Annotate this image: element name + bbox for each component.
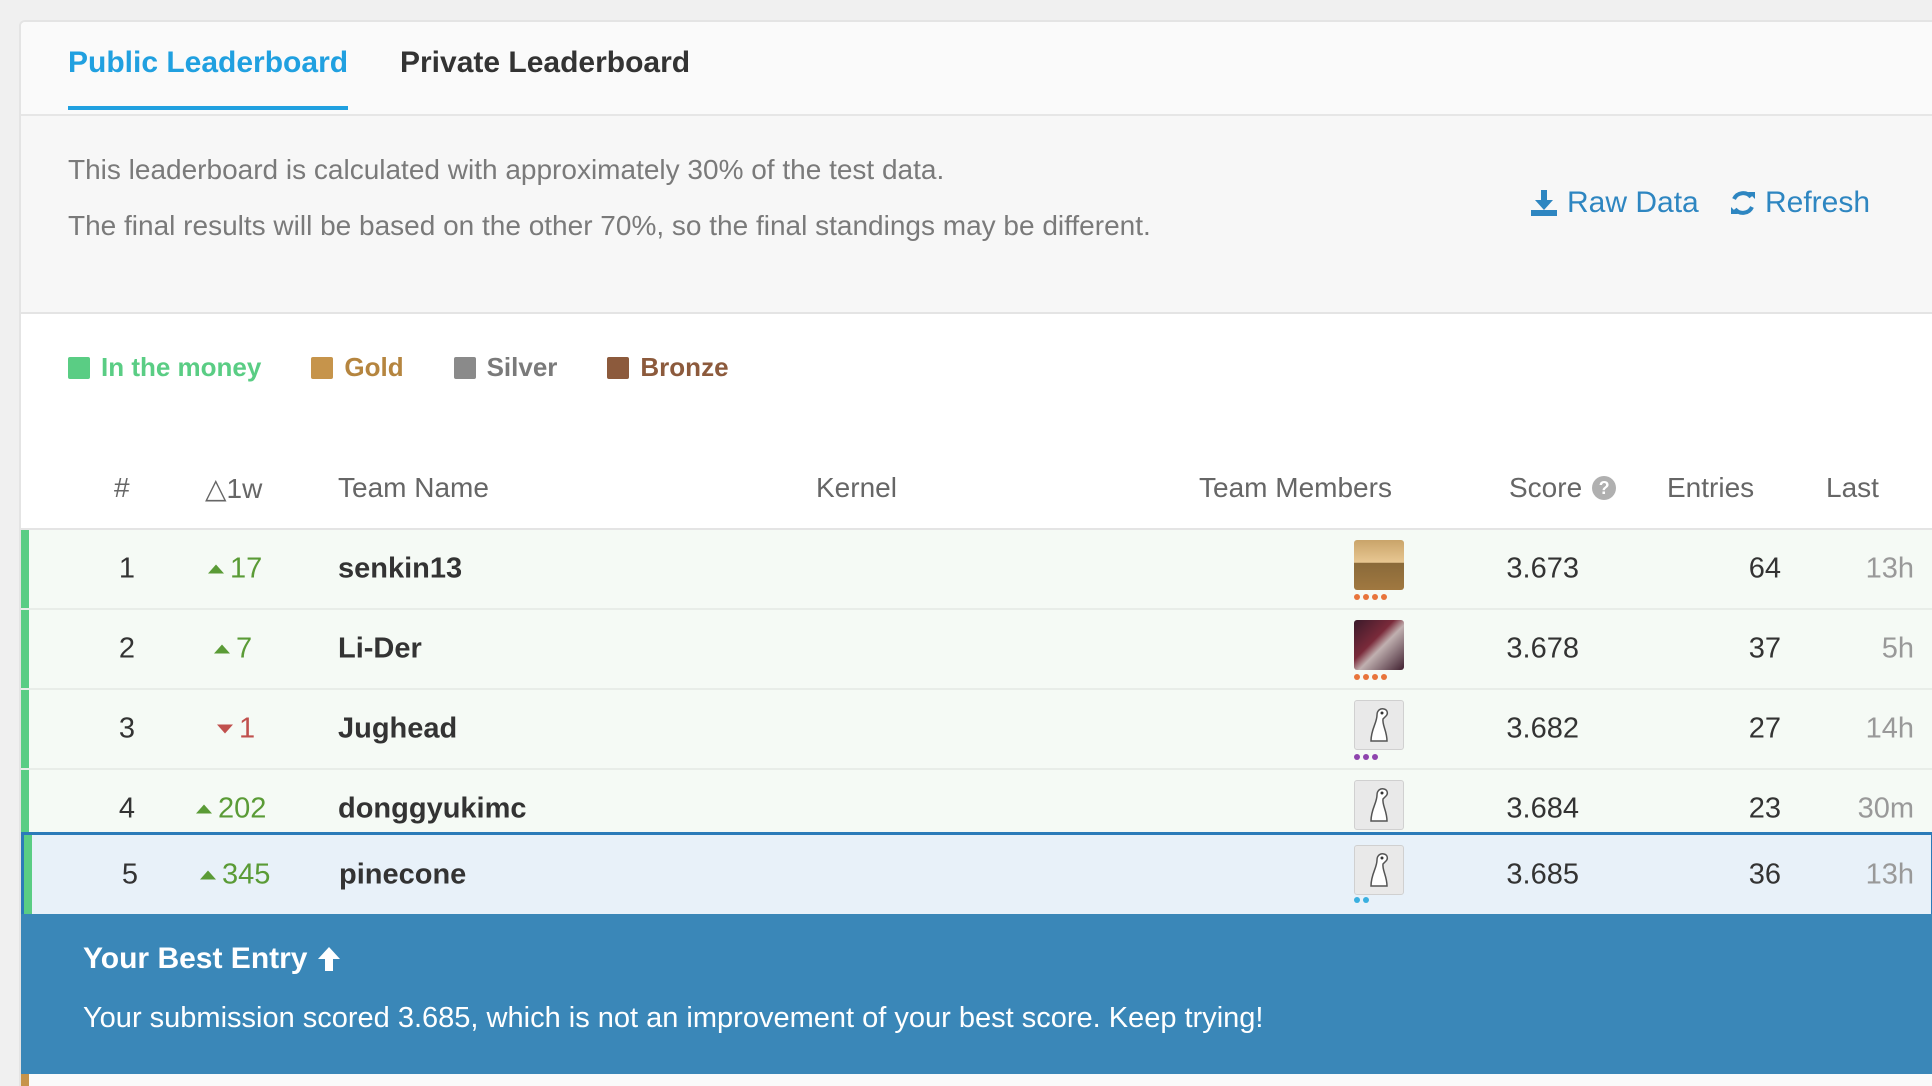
member-avatar[interactable] — [1354, 540, 1404, 590]
swatch-in-the-money — [68, 356, 90, 379]
legend-silver: Silver — [453, 352, 558, 383]
tab-private-leaderboard[interactable]: Private Leaderboard — [400, 48, 690, 106]
col-team-members[interactable]: Team Members — [1199, 472, 1392, 504]
in-the-money-bar — [21, 610, 29, 688]
col-score[interactable]: Score ? — [1509, 472, 1617, 504]
row-delta: 345 — [200, 858, 270, 891]
tier-dots — [1354, 594, 1390, 600]
legend-label: Silver — [486, 352, 558, 382]
leaderboard-info: This leaderboard is calculated with appr… — [21, 116, 1932, 314]
row-delta: 17 — [208, 553, 262, 586]
next-row-peek — [21, 1074, 1932, 1086]
swatch-bronze — [607, 356, 630, 379]
row-delta: 1 — [217, 713, 255, 746]
table-row[interactable]: 2 7 Li-Der 3.678 37 5h — [21, 610, 1932, 690]
legend-label: Bronze — [640, 352, 729, 382]
col-delta[interactable]: △1w — [205, 472, 262, 505]
row-team-name[interactable]: donggyukimc — [338, 793, 527, 826]
swatch-silver — [453, 356, 476, 379]
row-delta: 202 — [196, 793, 266, 826]
table-row-own-team[interactable]: 5 345 pinecone 3.685 36 13h — [21, 832, 1932, 914]
banner-message: Your submission scored 3.685, which is n… — [83, 1002, 1264, 1034]
download-icon — [1531, 190, 1557, 216]
col-score-label: Score — [1509, 472, 1583, 503]
legend-label: Gold — [344, 352, 404, 382]
row-last: 5h — [1881, 632, 1914, 665]
row-score: 3.685 — [1506, 858, 1579, 890]
row-rank: 3 — [118, 712, 136, 745]
banner-title: Your Best Entry — [83, 942, 342, 976]
info-line-1: This leaderboard is calculated with appr… — [68, 154, 945, 185]
arrow-up-icon — [196, 804, 212, 814]
row-entries: 23 — [1748, 792, 1781, 825]
legend-in-the-money: In the money — [68, 352, 261, 383]
raw-data-label: Raw Data — [1567, 186, 1699, 219]
best-entry-banner: Your Best Entry Your submission scored 3… — [21, 914, 1932, 1074]
legend-bronze: Bronze — [607, 352, 729, 383]
row-rank: 2 — [118, 632, 136, 665]
row-score: 3.678 — [1506, 632, 1579, 665]
row-score: 3.682 — [1506, 712, 1579, 745]
arrow-up-icon — [208, 564, 224, 574]
goose-icon[interactable] — [1354, 700, 1404, 750]
row-last: 13h — [1865, 858, 1914, 890]
tab-public-leaderboard[interactable]: Public Leaderboard — [68, 48, 349, 110]
member-avatar[interactable] — [1354, 620, 1404, 670]
refresh-button[interactable]: Refresh — [1729, 186, 1870, 220]
medal-legend: In the money Gold Silver Bronze — [68, 352, 779, 383]
col-kernel[interactable]: Kernel — [816, 472, 897, 504]
row-score: 3.673 — [1506, 552, 1579, 585]
goose-icon[interactable] — [1354, 845, 1404, 895]
arrow-up-icon — [317, 947, 340, 971]
tier-dots — [1354, 754, 1381, 760]
row-last: 14h — [1865, 712, 1914, 745]
swatch-gold — [311, 356, 334, 379]
table-row[interactable]: 3 1 Jughead 3.682 27 14h — [21, 690, 1932, 770]
row-rank: 4 — [118, 792, 136, 825]
row-team-name[interactable]: pinecone — [339, 858, 466, 891]
legend-label: In the money — [101, 352, 262, 382]
row-last: 30m — [1857, 792, 1914, 825]
row-entries: 27 — [1748, 712, 1781, 745]
in-the-money-bar — [24, 835, 32, 914]
arrow-down-icon — [217, 724, 233, 734]
goose-icon[interactable] — [1354, 780, 1404, 830]
col-team-name[interactable]: Team Name — [338, 472, 489, 504]
in-the-money-bar — [21, 530, 29, 608]
help-icon[interactable]: ? — [1592, 476, 1617, 500]
row-entries: 37 — [1748, 632, 1781, 665]
gold-bar — [21, 1074, 29, 1086]
table-header: # △1w Team Name Kernel Team Members Scor… — [21, 452, 1932, 530]
arrow-up-icon — [214, 644, 230, 654]
banner-title-text: Your Best Entry — [83, 942, 308, 975]
col-rank[interactable]: # — [114, 472, 130, 504]
row-entries: 36 — [1748, 858, 1781, 890]
row-rank: 5 — [121, 858, 139, 890]
refresh-label: Refresh — [1765, 186, 1871, 219]
info-line-2: The final results will be based on the o… — [68, 210, 1151, 241]
row-delta: 7 — [214, 633, 252, 666]
legend-gold: Gold — [311, 352, 404, 383]
row-entries: 64 — [1748, 552, 1781, 585]
leaderboard-tabs: Public Leaderboard Private Leaderboard — [21, 22, 1932, 116]
tier-dots — [1354, 674, 1390, 680]
col-entries[interactable]: Entries — [1667, 472, 1754, 504]
refresh-icon — [1731, 191, 1755, 215]
leaderboard-panel: Public Leaderboard Private Leaderboard T… — [19, 20, 1932, 1086]
row-team-name[interactable]: Jughead — [338, 713, 457, 746]
table-row[interactable]: 1 17 senkin13 3.673 64 13h — [21, 530, 1932, 610]
row-team-name[interactable]: Li-Der — [338, 633, 422, 666]
col-last[interactable]: Last — [1826, 472, 1879, 504]
tier-dots — [1354, 897, 1372, 903]
raw-data-button[interactable]: Raw Data — [1529, 186, 1699, 220]
row-last: 13h — [1865, 552, 1914, 585]
in-the-money-bar — [21, 690, 29, 768]
row-rank: 1 — [118, 552, 136, 585]
arrow-up-icon — [200, 870, 216, 879]
row-team-name[interactable]: senkin13 — [338, 553, 462, 586]
row-score: 3.684 — [1506, 792, 1579, 825]
